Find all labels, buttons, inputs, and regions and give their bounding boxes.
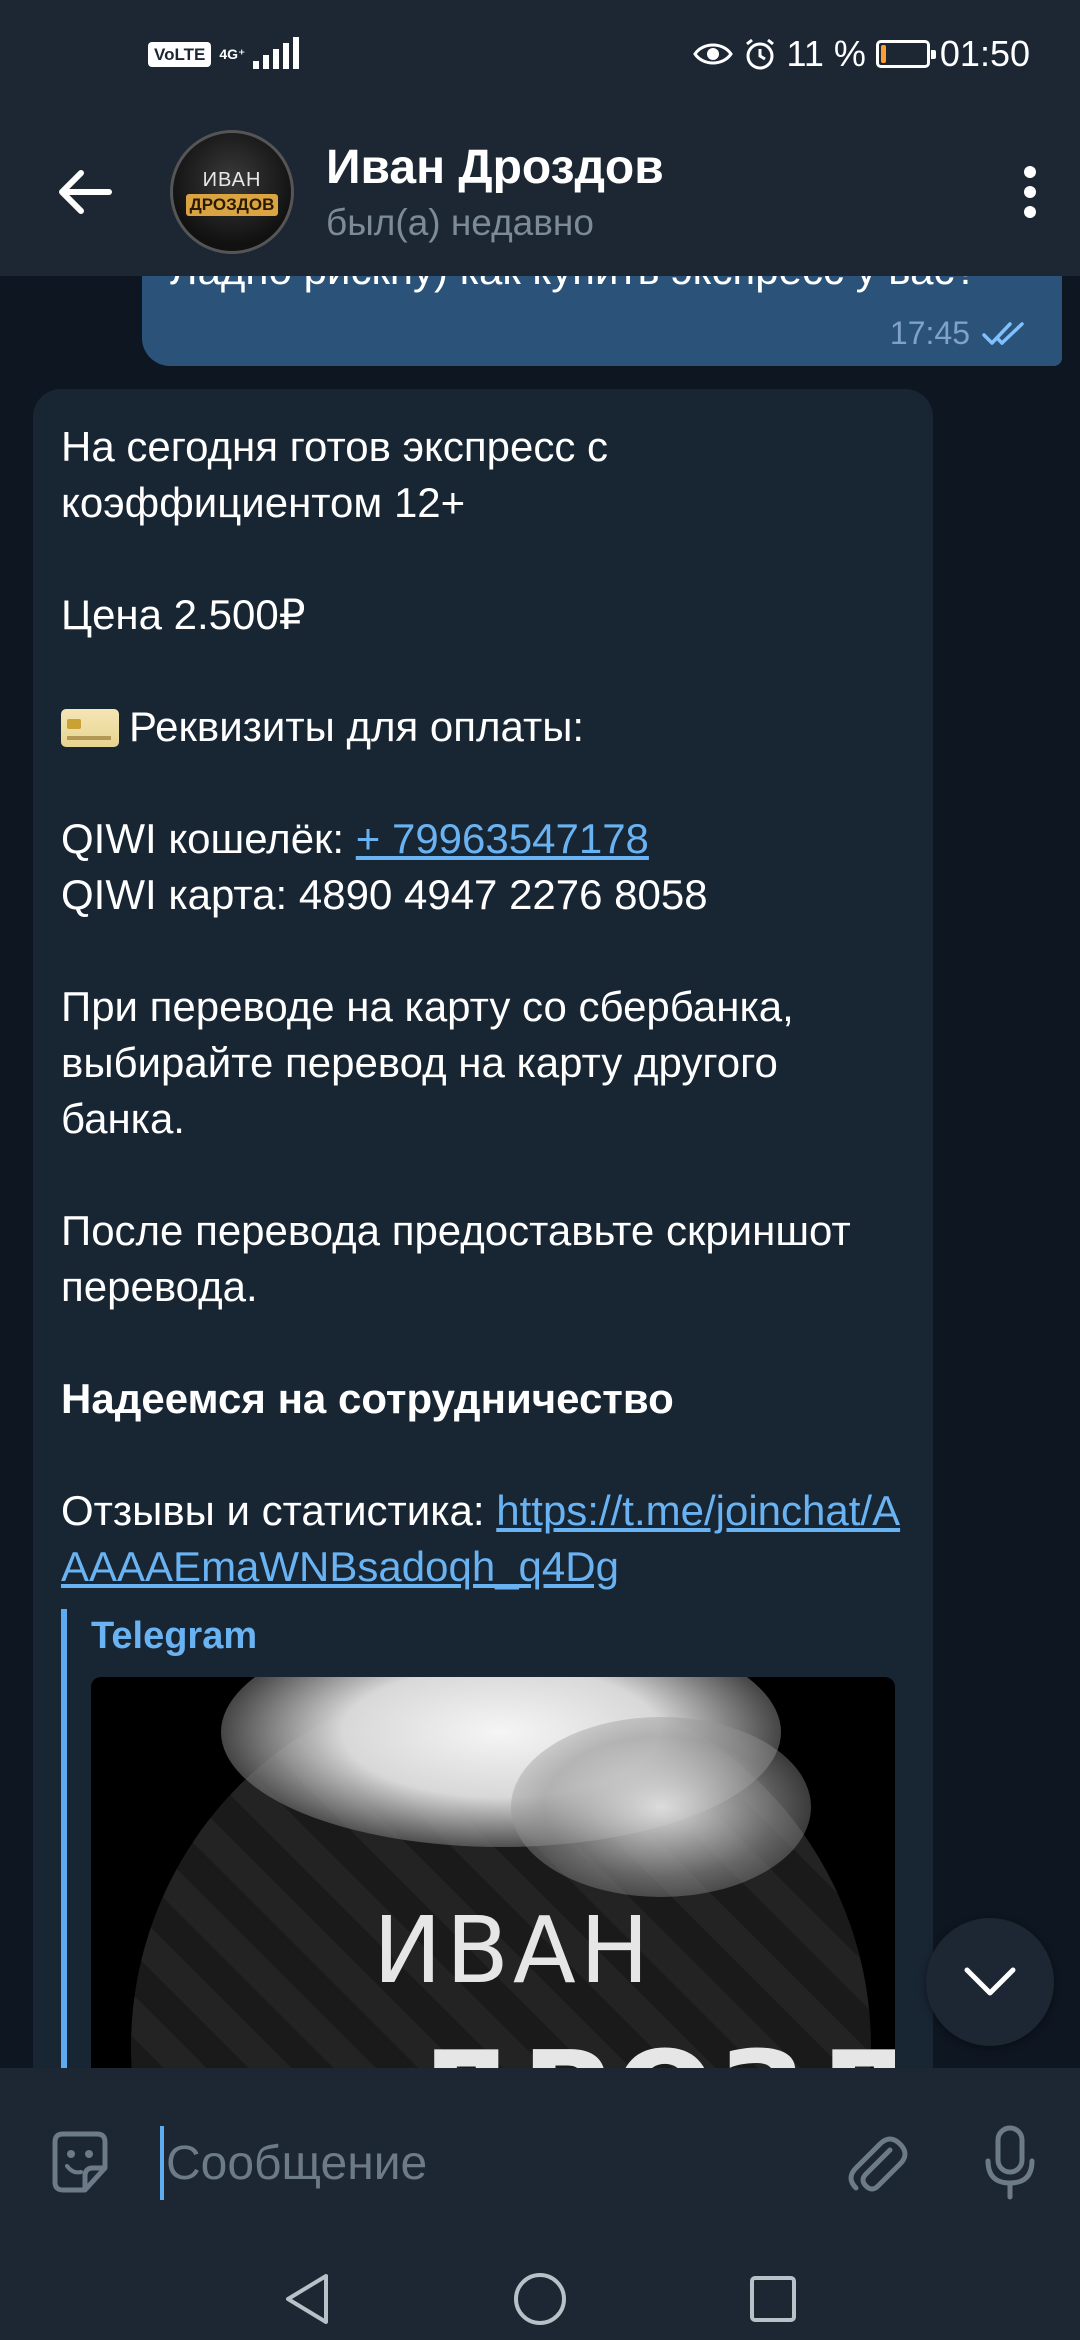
preview-image[interactable]: ИВАН ДРОЗДОВ (91, 1677, 895, 2068)
message-input-wrap[interactable] (160, 2123, 810, 2203)
sberbank-note: При переводе на карту со сбербанка, выби… (61, 983, 794, 1142)
nav-back-icon[interactable] (282, 2272, 332, 2326)
chat-header: ИВАН ДРОЗДОВ Иван Дроздов был(а) недавно (0, 108, 1080, 276)
telegram-chat-screen: VoLTE 4G⁺ 11 % 01:50 ИВАН ДРОЗДОВ Иван Д… (0, 0, 1080, 2340)
battery-icon (875, 40, 936, 68)
credit-card-icon (61, 709, 119, 747)
preview-smoke-2 (511, 1717, 811, 1897)
text-cursor (160, 2126, 164, 2200)
signal-icon (253, 37, 300, 69)
battery-level (880, 45, 886, 63)
requisites-text: Реквизиты для оплаты: (129, 703, 585, 750)
outgoing-message-text: Ладно рискну) как купить экспресс у вас? (170, 276, 1030, 298)
reviews-label: Отзывы и статистика: (61, 1487, 497, 1534)
message-list[interactable]: Ладно рискну) как купить экспресс у вас?… (0, 276, 1080, 2068)
incoming-message[interactable]: На сегодня готов экспресс с коэффициенто… (33, 389, 933, 2068)
preview-logo-word-1: ИВАН (373, 1897, 654, 2004)
paperclip-icon (848, 2136, 908, 2192)
chat-title-block[interactable]: Иван Дроздов был(а) недавно (326, 140, 980, 243)
voice-message-button[interactable] (940, 2068, 1080, 2258)
message-input[interactable] (166, 2135, 766, 2191)
avatar-text-bottom: ДРОЗДОВ (185, 193, 279, 216)
avatar[interactable]: ИВАН ДРОЗДОВ (170, 130, 294, 254)
price-line: Цена 2.500₽ (61, 591, 306, 638)
last-seen-status: был(а) недавно (326, 201, 594, 243)
status-bar: VoLTE 4G⁺ 11 % 01:50 (0, 0, 1080, 108)
emoji-sticker-button[interactable] (0, 2068, 160, 2258)
microphone-icon (985, 2125, 1035, 2200)
volte-badge: VoLTE (148, 41, 212, 67)
qiwi-wallet-line: QIWI кошелёк: + 79963547178 (61, 811, 905, 867)
offer-line: На сегодня готов экспресс с коэффициенто… (61, 423, 609, 526)
scroll-down-button[interactable] (926, 1918, 1054, 2046)
qiwi-wallet-label: QIWI кошелёк: (61, 815, 356, 862)
more-menu-button[interactable] (980, 108, 1080, 276)
link-preview[interactable]: Telegram ИВАН ДРОЗДОВ (61, 1609, 905, 2068)
network-type: 4G⁺ (219, 46, 246, 62)
message-input-bar (0, 2068, 1080, 2258)
nav-recents-icon[interactable] (748, 2274, 798, 2324)
sticker-smile-icon (52, 2131, 108, 2193)
qiwi-card-line: QIWI карта: 4890 4947 2276 8058 (61, 871, 708, 918)
incoming-message-text: На сегодня готов экспресс с коэффициенто… (61, 419, 905, 1595)
attach-button[interactable] (810, 2068, 940, 2258)
status-left: VoLTE 4G⁺ (148, 37, 300, 69)
phone-number-link[interactable]: + 79963547178 (356, 815, 649, 862)
message-meta: 17:45 (890, 315, 1034, 352)
battery-percent: 11 % (786, 33, 866, 74)
preview-logo-word-2: ДРОЗДОВ (411, 2027, 895, 2068)
arrow-left-icon (59, 170, 112, 214)
screenshot-note: После перевода предоставьте скриншот пер… (61, 1207, 851, 1310)
more-vertical-icon (1024, 166, 1036, 218)
reviews-line: Отзывы и статистика: https://t.me/joinch… (61, 1483, 905, 1595)
chevron-down-icon (964, 1967, 1016, 1996)
clock: 01:50 (939, 33, 1030, 74)
status-right: 11 % 01:50 (692, 33, 1030, 75)
nav-home-icon[interactable] (512, 2271, 568, 2327)
double-check-icon (982, 321, 1024, 345)
cooperation-line: Надеемся на сотрудничество (61, 1375, 674, 1422)
outgoing-message[interactable]: Ладно рискну) как купить экспресс у вас?… (142, 276, 1062, 366)
requisites-line: Реквизиты для оплаты: (61, 699, 905, 755)
system-navigation-bar (0, 2258, 1080, 2340)
back-button[interactable] (0, 108, 170, 276)
avatar-text-top: ИВАН (202, 168, 262, 191)
alarm-icon (745, 38, 774, 70)
message-time: 17:45 (889, 315, 970, 351)
chat-title: Иван Дроздов (326, 141, 664, 195)
preview-site-name: Telegram (91, 1615, 258, 1657)
eye-icon (692, 43, 733, 65)
